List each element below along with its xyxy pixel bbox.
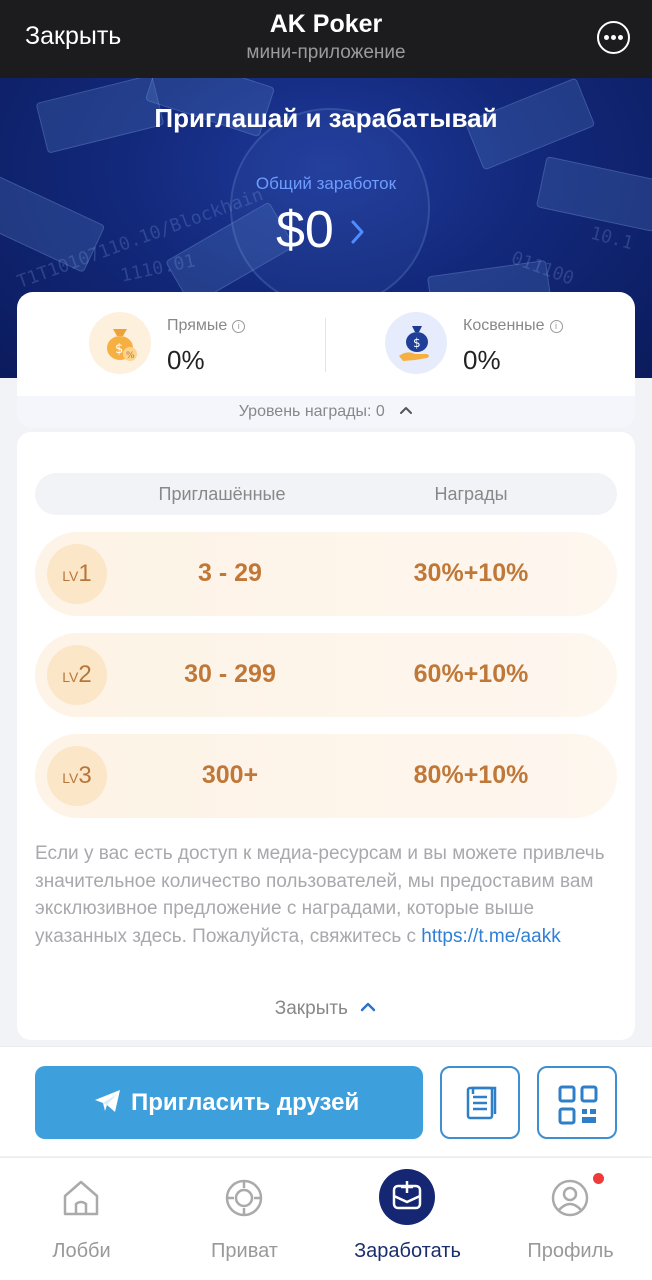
action-bar: Пригласить друзей <box>0 1046 652 1156</box>
nav-profile-label: Профиль <box>527 1240 614 1262</box>
qr-code-button[interactable] <box>537 1066 617 1139</box>
rewards-header: Награды <box>434 484 508 504</box>
invite-friends-button[interactable]: Пригласить друзей <box>35 1066 423 1139</box>
nav-profile[interactable]: Профиль <box>489 1158 652 1280</box>
level-badge: LV1 <box>47 544 107 604</box>
table-header: Приглашённые Награды <box>35 473 617 515</box>
earn-icon[interactable] <box>379 1169 435 1225</box>
svg-text:$: $ <box>115 342 123 357</box>
poker-chip-icon <box>225 1179 263 1217</box>
qr-code-icon <box>558 1085 598 1125</box>
invited-range: 3 - 29 <box>198 559 262 587</box>
level-row: LV3 300+ 80%+10% <box>35 734 617 818</box>
hand-money-bag-icon: $ <box>385 312 447 374</box>
indirect-label: Косвенные <box>463 317 545 334</box>
svg-text:$: $ <box>413 336 421 350</box>
indirect-value: 0% <box>463 345 501 375</box>
copy-icon <box>466 1086 497 1120</box>
telegram-icon <box>95 1090 120 1112</box>
divider <box>325 318 326 372</box>
info-icon[interactable]: i <box>549 320 563 333</box>
telegram-contact-link[interactable]: https://t.me/aakk <box>421 926 560 947</box>
more-icon[interactable] <box>597 21 630 54</box>
nav-private-label: Приват <box>211 1240 278 1262</box>
reward-level-toggle[interactable]: Уровень награды: 0 <box>17 396 635 428</box>
copy-link-button[interactable] <box>440 1066 520 1139</box>
nav-earn-label: Заработать <box>354 1240 461 1262</box>
reward-level-label: Уровень награды: 0 <box>238 403 385 420</box>
collapse-label: Закрыть <box>274 998 348 1019</box>
svg-text:%: % <box>126 351 135 361</box>
nav-lobby[interactable]: Лобби <box>0 1158 163 1280</box>
level-row: LV1 3 - 29 30%+10% <box>35 532 617 616</box>
bottom-nav: Лобби Приват Заработать Профиль <box>0 1157 652 1280</box>
total-earnings-value[interactable]: $0 <box>276 200 334 260</box>
nav-lobby-label: Лобби <box>52 1240 111 1262</box>
reward-rate: 30%+10% <box>413 559 529 587</box>
nav-private[interactable]: Приват <box>163 1158 326 1280</box>
background-text: 10.1 <box>588 222 636 255</box>
page-title: Приглашай и зарабатывай <box>154 103 498 133</box>
chevron-right-icon[interactable] <box>348 218 368 246</box>
top-bar: Закрыть AK Poker мини-приложение <box>0 0 652 78</box>
home-icon <box>63 1180 99 1216</box>
direct-label: Прямые <box>167 317 228 334</box>
chevron-up-icon <box>361 1002 376 1012</box>
reward-levels-card: Приглашённые Награды LV1 3 - 29 30%+10% … <box>17 432 635 1040</box>
chevron-up-icon <box>400 407 413 414</box>
level-badge: LV2 <box>47 645 107 705</box>
collapse-button[interactable]: Закрыть <box>17 998 635 1020</box>
referral-stats-card: $ % Прямые i 0% $ Косвенные i 0% Уровень н… <box>17 292 635 428</box>
direct-value: 0% <box>167 345 205 375</box>
money-bag-percent-icon: $ % <box>89 312 151 374</box>
info-icon[interactable]: i <box>232 320 246 333</box>
level-badge: LV3 <box>47 746 107 806</box>
notification-dot <box>593 1173 604 1184</box>
reward-rate: 80%+10% <box>413 761 529 789</box>
media-offer-note: Если у вас есть доступ к медиа-ресурсам … <box>35 840 617 950</box>
profile-icon <box>551 1179 589 1217</box>
invite-friends-label: Пригласить друзей <box>131 1089 360 1116</box>
level-row: LV2 30 - 299 60%+10% <box>35 633 617 717</box>
app-subtitle: мини-приложение <box>246 42 406 63</box>
reward-rate: 60%+10% <box>413 660 529 688</box>
invited-range: 300+ <box>201 761 259 789</box>
app-title: AK Poker <box>269 10 383 38</box>
banknote-decoration <box>535 156 652 232</box>
total-earnings-label: Общий заработок <box>255 174 397 193</box>
invited-range: 30 - 299 <box>184 660 276 688</box>
